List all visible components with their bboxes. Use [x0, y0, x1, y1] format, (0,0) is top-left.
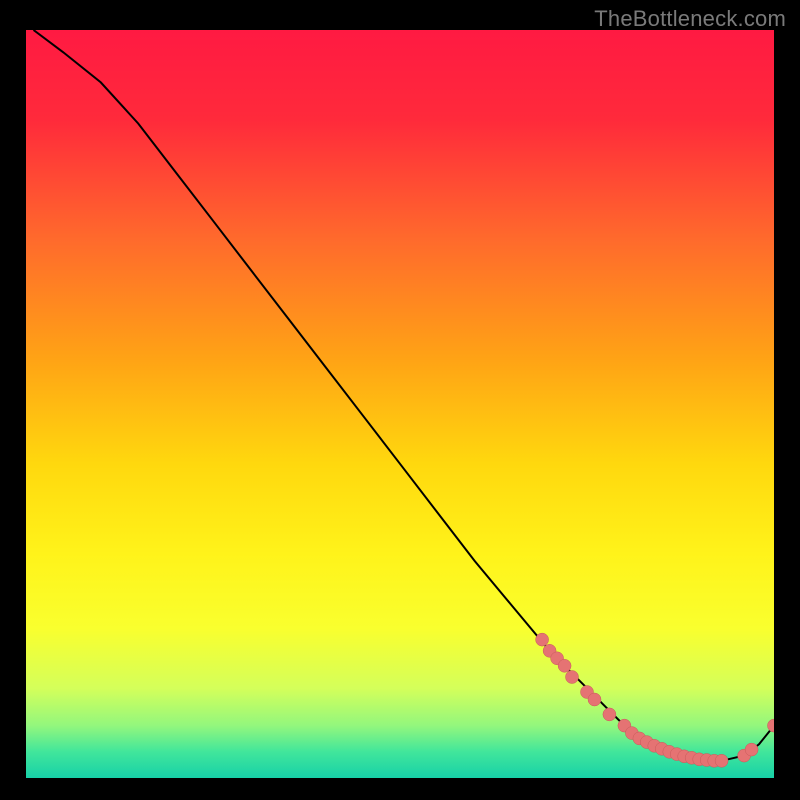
plot-area [26, 30, 774, 778]
chart-svg [26, 30, 774, 778]
watermark-text: TheBottleneck.com [594, 6, 786, 32]
data-marker [536, 633, 549, 646]
data-marker [588, 693, 601, 706]
gradient-background [26, 30, 774, 778]
data-marker [558, 659, 571, 672]
data-marker [745, 743, 758, 756]
data-marker [603, 708, 616, 721]
data-marker [566, 671, 579, 684]
data-marker [715, 754, 728, 767]
chart-frame: TheBottleneck.com [0, 0, 800, 800]
